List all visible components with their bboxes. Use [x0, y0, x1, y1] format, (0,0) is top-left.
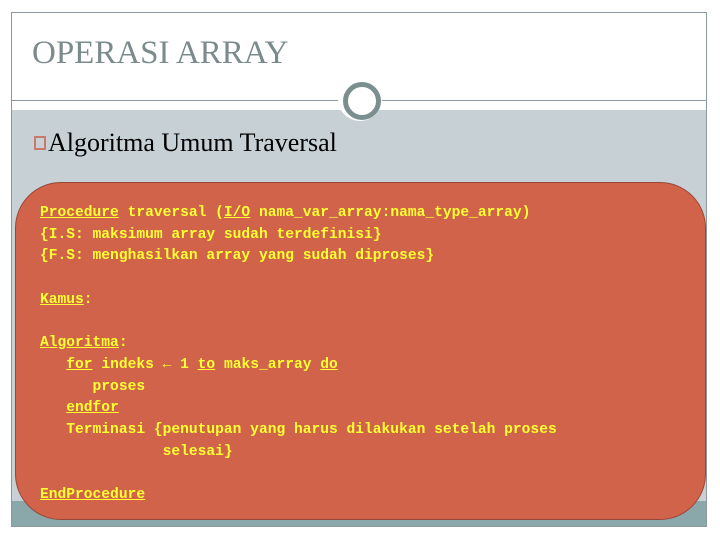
code-block: Procedure traversal (I/O nama_var_array:… [15, 182, 706, 520]
keyword-io: I/O [223, 205, 251, 221]
square-bullet-icon [34, 136, 46, 150]
slide: OPERASI ARRAY Algoritma Umum Traversal P… [11, 12, 707, 527]
code-text: traversal ( [118, 205, 224, 221]
keyword-endfor: endfor [66, 400, 119, 417]
code-line-8: for indeks ← 1 to maks_array do [40, 357, 338, 373]
keyword-algoritma: Algoritma [40, 335, 119, 352]
circle-ornament-icon [343, 82, 381, 120]
code-line-11: Terminasi {penutupan yang harus dilakuka… [40, 422, 557, 439]
keyword-do: do [320, 356, 338, 373]
slide-title: OPERASI ARRAY [32, 35, 289, 71]
code-line-9: proses [40, 378, 146, 395]
heading-text: Algoritma Umum Traversal [48, 128, 337, 157]
code-line-5: Kamus: [40, 292, 93, 308]
code-text: 1 [171, 356, 198, 373]
code-text: : [118, 335, 128, 352]
code-line-10: endfor [40, 400, 119, 416]
keyword-to: to [197, 356, 216, 373]
code-text: indeks [92, 356, 163, 373]
code-text: nama_var_array:nama_type_array) [250, 205, 531, 221]
code-text: : [83, 291, 93, 308]
keyword-procedure: Procedure [40, 205, 119, 221]
code-line-7: Algoritma: [40, 335, 128, 351]
pseudocode: Procedure traversal (I/O nama_var_array:… [40, 203, 557, 507]
keyword-for: for [66, 356, 93, 373]
code-line-2: {I.S: maksimum array sudah terdefinisi} [40, 226, 382, 243]
code-line-3: {F.S: menghasilkan array yang sudah dipr… [40, 248, 435, 265]
keyword-endprocedure: EndProcedure [40, 487, 146, 504]
code-line-12: selesai} [40, 443, 233, 460]
keyword-kamus: Kamus [40, 291, 84, 308]
section-heading: Algoritma Umum Traversal [34, 128, 337, 158]
code-line-1: Procedure traversal (I/O nama_var_array:… [40, 205, 530, 221]
code-line-14: EndProcedure [40, 487, 145, 503]
code-text: maks_array [215, 356, 321, 373]
